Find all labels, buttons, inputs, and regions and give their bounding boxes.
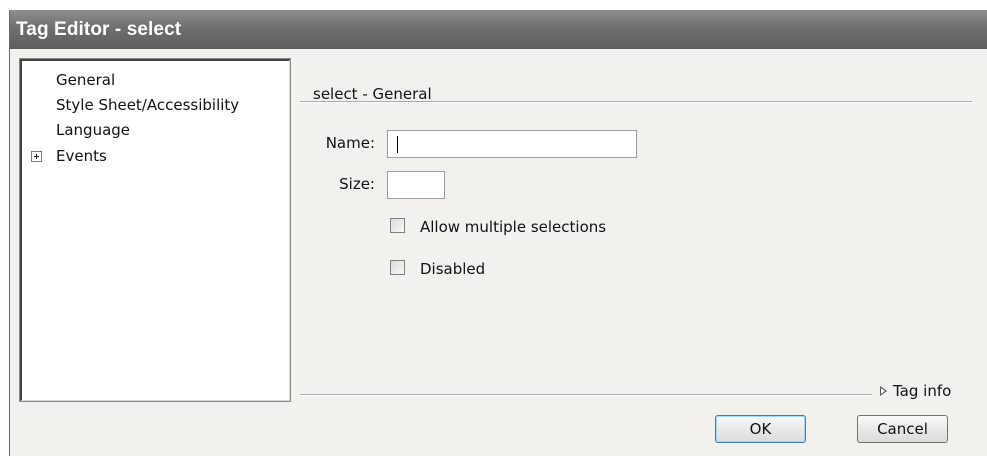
plus-expander-icon[interactable] bbox=[31, 151, 42, 162]
disabled-checkbox[interactable] bbox=[390, 260, 405, 275]
tag-info-label: Tag info bbox=[893, 382, 952, 400]
allow-multiple-label[interactable]: Allow multiple selections bbox=[420, 218, 606, 236]
allow-multiple-checkbox[interactable] bbox=[390, 218, 405, 233]
name-field[interactable] bbox=[387, 130, 637, 158]
ok-button[interactable]: OK bbox=[715, 415, 806, 443]
triangle-right-icon bbox=[880, 386, 887, 396]
size-field[interactable] bbox=[387, 171, 445, 199]
title-bar[interactable]: Tag Editor - select bbox=[10, 10, 987, 49]
tag-editor-dialog: Tag Editor - select General Style Sheet/… bbox=[9, 10, 987, 456]
tag-info-divider bbox=[300, 394, 872, 396]
category-tree[interactable]: General Style Sheet/Accessibility Langua… bbox=[19, 58, 291, 402]
text-cursor bbox=[397, 136, 398, 153]
cancel-button[interactable]: Cancel bbox=[857, 415, 948, 443]
category-item-language[interactable]: Language bbox=[56, 121, 130, 139]
size-label: Size: bbox=[339, 175, 375, 193]
window-title: Tag Editor - select bbox=[16, 19, 182, 40]
category-item-general[interactable]: General bbox=[56, 71, 115, 89]
tag-info-toggle[interactable]: Tag info bbox=[880, 382, 951, 400]
name-label: Name: bbox=[325, 134, 375, 152]
category-item-events[interactable]: Events bbox=[56, 147, 107, 165]
heading-divider bbox=[300, 101, 972, 103]
disabled-label[interactable]: Disabled bbox=[420, 260, 485, 278]
background-window-strip bbox=[0, 0, 987, 10]
category-item-style-sheet-accessibility[interactable]: Style Sheet/Accessibility bbox=[56, 96, 239, 114]
